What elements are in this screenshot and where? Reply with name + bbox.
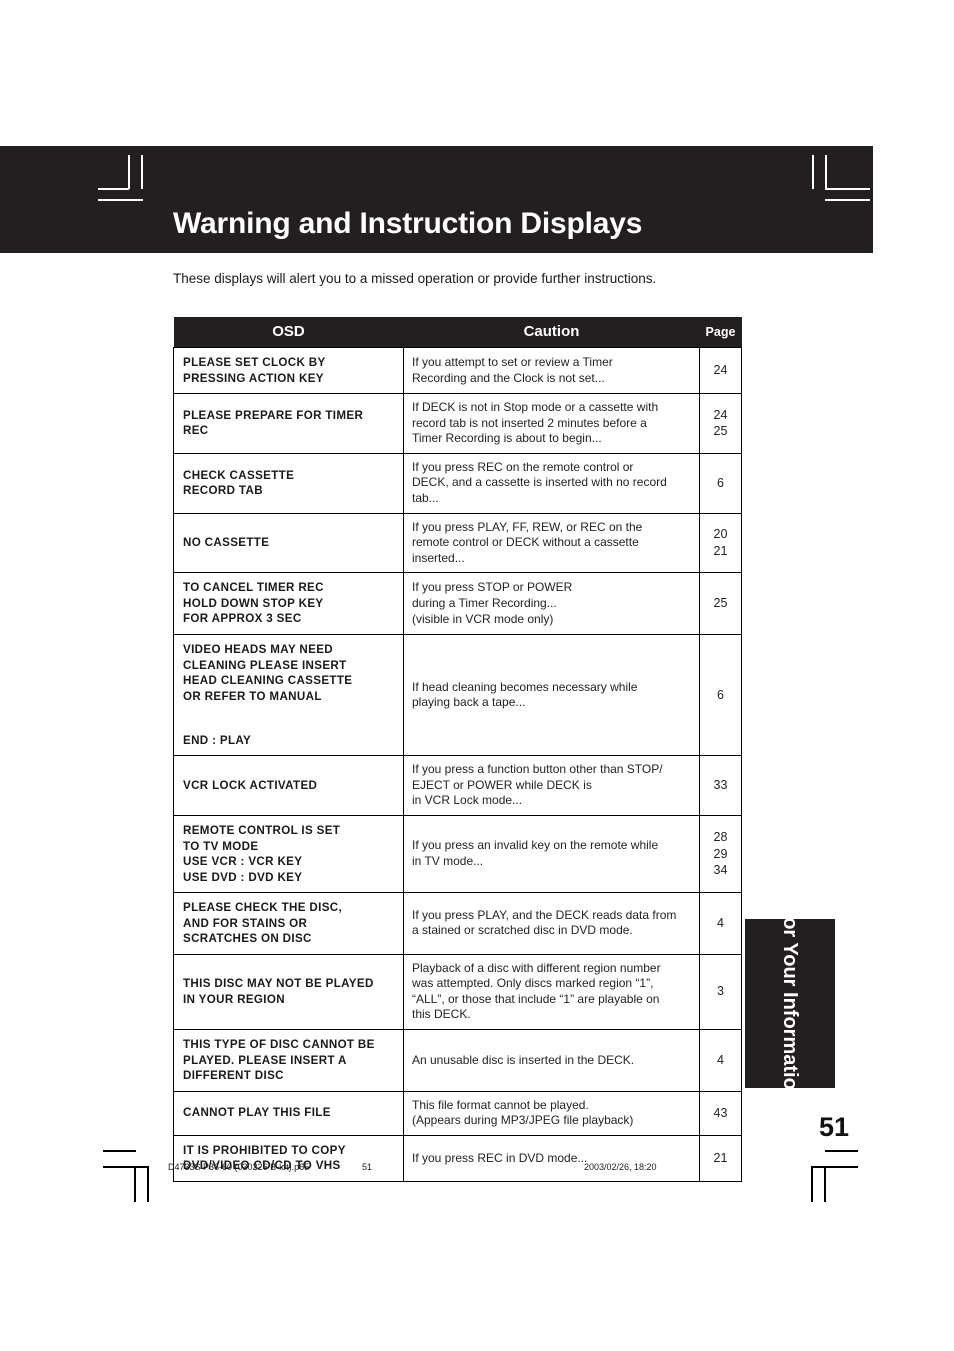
osd-message-cell: REMOTE CONTROL IS SET TO TV MODE USE VCR :… — [173, 814, 404, 894]
table-row: THIS DISC MAY NOT BE PLAYED IN YOUR REGIO… — [173, 953, 742, 1031]
crop-mark-top-left — [141, 155, 143, 189]
caution-description-cell: If you attempt to set or review a Timer R… — [403, 346, 700, 395]
crop-mark-top-right — [812, 155, 814, 189]
crop-mark-bottom-left — [103, 1150, 136, 1152]
table-row: CHECK CASSETTE RECORD TAB If you press REC… — [173, 452, 742, 514]
crop-mark-top-right — [825, 188, 870, 190]
page-title: Warning and Instruction Displays — [173, 207, 643, 240]
page-reference-cell: 33 — [699, 755, 742, 816]
table-body: PLEASE SET CLOCK BY PRESSING ACTION KEY If… — [173, 346, 742, 1182]
table-row: VCR LOCK ACTIVATED If you press a functio… — [173, 755, 742, 816]
page-reference-cell: 43 — [699, 1090, 742, 1136]
crop-mark-top-right — [825, 199, 870, 201]
osd-message-cell: CHECK CASSETTE RECORD TAB — [173, 452, 404, 514]
page-reference-cell: 24 — [699, 346, 742, 395]
intro-paragraph: These displays will alert you to a misse… — [173, 271, 657, 286]
section-side-tab-label: For Your Information — [779, 904, 802, 1103]
table-row: TO CANCEL TIMER REC HOLD DOWN STOP KEY FOR… — [173, 572, 742, 635]
crop-mark-bottom-right — [825, 1150, 858, 1152]
caution-description-cell: An unusable disc is inserted in the DECK… — [403, 1029, 700, 1092]
osd-message-cell: TO CANCEL TIMER REC HOLD DOWN STOP KEY FOR… — [173, 572, 404, 635]
table-header-row: OSD Caution Page — [173, 317, 742, 348]
osd-message-cell: NO CASSETTE — [173, 512, 404, 574]
table-row: PLEASE SET CLOCK BY PRESSING ACTION KEY If… — [173, 346, 742, 395]
osd-message-cell: PLEASE CHECK THE DISC, AND FOR STAINS OR S… — [173, 892, 404, 955]
table-row: NO CASSETTE If you press PLAY, FF, REW, o… — [173, 512, 742, 574]
page-reference-cell: 3 — [699, 953, 742, 1031]
osd-table-container: OSD Caution Page PLEASE SET CLOCK BY PRES… — [173, 317, 742, 1182]
caution-description-cell: If head cleaning becomes necessary while… — [403, 633, 700, 757]
osd-message-cell: VCR LOCK ACTIVATED — [173, 755, 404, 816]
page-reference-cell: 28 29 34 — [699, 814, 742, 894]
osd-message-cell: PLEASE PREPARE FOR TIMER REC — [173, 393, 404, 454]
caution-description-cell: This file format cannot be played. (Appea… — [403, 1090, 700, 1136]
page-reference-cell: 6 — [699, 633, 742, 757]
osd-message-cell: PLEASE SET CLOCK BY PRESSING ACTION KEY — [173, 346, 404, 395]
table-row: PLEASE CHECK THE DISC, AND FOR STAINS OR S… — [173, 892, 742, 955]
osd-message-cell: CANNOT PLAY THIS FILE — [173, 1090, 404, 1136]
crop-mark-top-right — [825, 155, 827, 189]
caution-description-cell: If you press REC on the remote control o… — [403, 452, 700, 514]
caution-description-cell: If you press PLAY, and the DECK reads da… — [403, 892, 700, 955]
caution-description-cell: Playback of a disc with different region… — [403, 953, 700, 1031]
column-header-page: Page — [699, 317, 742, 348]
osd-message-cell: VIDEO HEADS MAY NEED CLEANING PLEASE INSE… — [173, 633, 404, 757]
caution-description-cell: If you press PLAY, FF, REW, or REC on th… — [403, 512, 700, 574]
caution-description-cell: If you press STOP or POWER during a Timer… — [403, 572, 700, 635]
column-header-caution: Caution — [403, 317, 700, 348]
page-reference-cell: 4 — [699, 892, 742, 955]
footer-page-number: 51 — [362, 1162, 373, 1172]
caution-description-cell: If DECK is not in Stop mode or a cassett… — [403, 393, 700, 454]
table-row: CANNOT PLAY THIS FILE This file format ca… — [173, 1090, 742, 1136]
column-header-osd: OSD — [173, 317, 404, 348]
table-header: OSD Caution Page — [173, 317, 742, 348]
osd-message-cell: THIS TYPE OF DISC CANNOT BE PLAYED. PLEAS… — [173, 1029, 404, 1092]
table-row: VIDEO HEADS MAY NEED CLEANING PLEASE INSE… — [173, 633, 742, 757]
caution-description-cell: If you press a function button other tha… — [403, 755, 700, 816]
table-row: REMOTE CONTROL IS SET TO TV MODE USE VCR :… — [173, 814, 742, 894]
page-reference-cell: 20 21 — [699, 512, 742, 574]
section-side-tab: For Your Information — [745, 904, 835, 1103]
crop-mark-top-left — [128, 155, 130, 189]
crop-mark-top-left — [98, 188, 129, 190]
page-reference-cell: 24 25 — [699, 393, 742, 454]
table-row: THIS TYPE OF DISC CANNOT BE PLAYED. PLEAS… — [173, 1029, 742, 1092]
footer-filename: D4733S P36-60 (030226 B-lot).p65 — [168, 1162, 310, 1172]
print-footer: D4733S P36-60 (030226 B-lot).p65 51 2003… — [0, 1162, 954, 1182]
osd-caution-table: OSD Caution Page PLEASE SET CLOCK BY PRES… — [173, 317, 742, 1182]
crop-mark-top-left — [98, 199, 143, 201]
page-reference-cell: 25 — [699, 572, 742, 635]
footer-timestamp: 2003/02/26, 18:20 — [584, 1162, 657, 1172]
osd-message-cell: THIS DISC MAY NOT BE PLAYED IN YOUR REGIO… — [173, 953, 404, 1031]
table-row: PLEASE PREPARE FOR TIMER REC If DECK is no… — [173, 393, 742, 454]
page-reference-cell: 6 — [699, 452, 742, 514]
page-number: 51 — [818, 1112, 849, 1142]
page-reference-cell: 4 — [699, 1029, 742, 1092]
caution-description-cell: If you press an invalid key on the remot… — [403, 814, 700, 894]
